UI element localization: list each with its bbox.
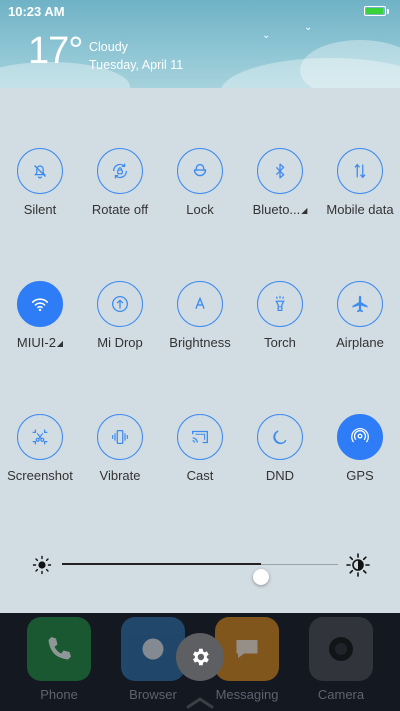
dock-app-phone[interactable]: Phone (26, 617, 92, 702)
toggle-dnd[interactable]: DND (240, 414, 320, 483)
weather-date: Tuesday, April 11 (89, 58, 184, 72)
toggle-label: Mi Drop (97, 335, 143, 350)
toggle-label: Torch (264, 335, 296, 350)
weather-condition: Cloudy (89, 40, 128, 54)
camera-icon (309, 617, 373, 681)
weather-header[interactable]: ⌄ ⌄ 10:23 AM 17° Cloudy Tuesday, April 1… (0, 0, 400, 88)
toggle-miui-2[interactable]: MIUI-2◢ (0, 281, 80, 350)
temperature: 17° (28, 30, 83, 72)
status-bar: 10:23 AM (0, 0, 400, 24)
toggle-label: Screenshot (7, 468, 73, 483)
brightness-a-icon[interactable] (177, 281, 223, 327)
dock-app-camera[interactable]: Camera (308, 617, 374, 702)
dock-app-label: Browser (129, 687, 177, 702)
clock: 10:23 AM (8, 4, 65, 19)
toggle-gps[interactable]: GPS (320, 414, 400, 483)
toggle-label: Cast (186, 468, 214, 483)
toggle-label: Brightness (169, 335, 231, 350)
toggle-cast[interactable]: Cast (160, 414, 240, 483)
toggle-blueto[interactable]: Blueto...◢ (240, 148, 320, 217)
dock-app-label: Camera (317, 687, 365, 702)
bluetooth-icon[interactable] (257, 148, 303, 194)
chevron-up-icon[interactable] (184, 695, 216, 709)
settings-button[interactable] (176, 633, 224, 681)
lock-icon[interactable] (177, 148, 223, 194)
toggle-label: Mobile data (326, 202, 394, 217)
phone-icon (27, 617, 91, 681)
menu-caret-icon[interactable]: ◢ (301, 206, 307, 215)
gear-icon (193, 648, 209, 666)
mi-drop-icon[interactable] (97, 281, 143, 327)
toggle-lock[interactable]: Lock (160, 148, 240, 217)
toggle-label: Blueto...◢ (252, 202, 308, 217)
torch-icon[interactable] (257, 281, 303, 327)
battery-icon (364, 6, 389, 16)
toggle-vibrate[interactable]: Vibrate (80, 414, 160, 483)
toggle-label: MIUI-2◢ (16, 335, 64, 350)
brightness-slider[interactable] (32, 552, 370, 585)
bell-off-icon[interactable] (17, 148, 63, 194)
toggle-mi-drop[interactable]: Mi Drop (80, 281, 160, 350)
moon-icon[interactable] (257, 414, 303, 460)
toggle-mobile-data[interactable]: Mobile data (320, 148, 400, 217)
dock-app-label: Messaging (215, 687, 279, 702)
slider-fill (62, 563, 261, 565)
toggle-label: Silent (23, 202, 57, 217)
slider-thumb[interactable] (252, 569, 269, 585)
toggle-airplane[interactable]: Airplane (320, 281, 400, 350)
toggle-silent[interactable]: Silent (0, 148, 80, 217)
toggle-rotate-off[interactable]: Rotate off (80, 148, 160, 217)
browser-icon (121, 617, 185, 681)
airplane-icon[interactable] (337, 281, 383, 327)
dock-app-messaging[interactable]: Messaging (214, 617, 280, 702)
toggle-screenshot[interactable]: Screenshot (0, 414, 80, 483)
screenshot-icon[interactable] (17, 414, 63, 460)
toggle-label: GPS (346, 468, 374, 483)
messaging-icon (215, 617, 279, 681)
wifi-icon[interactable] (17, 281, 63, 327)
slider-track[interactable] (62, 563, 338, 585)
cast-icon[interactable] (177, 414, 223, 460)
vibrate-icon[interactable] (97, 414, 143, 460)
weather-info: Cloudy Tuesday, April 11 (89, 38, 183, 74)
bird-icon: ⌄ (262, 30, 271, 41)
toggle-label: Airplane (336, 335, 384, 350)
gps-icon[interactable] (337, 414, 383, 460)
dock-app-label: Phone (40, 687, 78, 702)
toggle-brightness[interactable]: Brightness (160, 281, 240, 350)
toggle-label: DND (265, 468, 295, 483)
mobile-data-icon[interactable] (337, 148, 383, 194)
toggle-label: Vibrate (99, 468, 141, 483)
brightness-low-icon (32, 555, 52, 575)
toggle-label: Rotate off (91, 202, 149, 217)
brightness-high-icon (346, 553, 370, 577)
rotate-lock-icon[interactable] (97, 148, 143, 194)
toggle-label: Lock (186, 202, 214, 217)
toggle-torch[interactable]: Torch (240, 281, 320, 350)
menu-caret-icon[interactable]: ◢ (57, 339, 63, 348)
cloud-graphic (300, 40, 400, 88)
